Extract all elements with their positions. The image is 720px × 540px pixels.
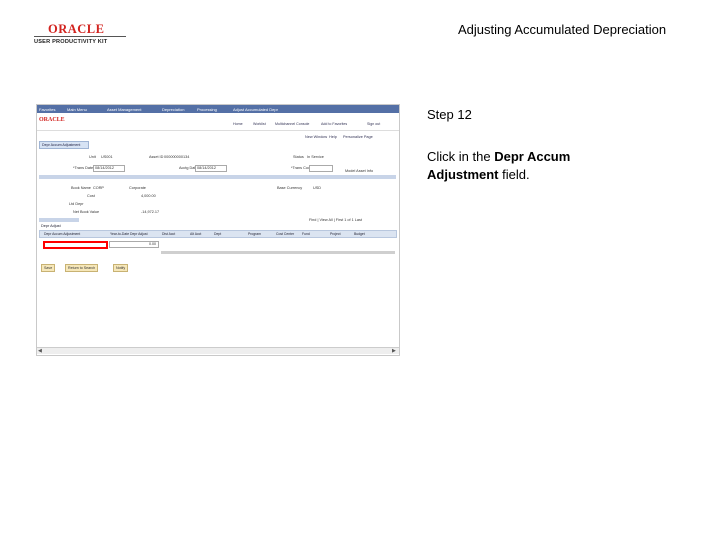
logo-divider	[34, 36, 126, 37]
base-currency-value: USD	[313, 186, 322, 190]
app-logo: ORACLE	[39, 117, 65, 123]
notify-button[interactable]: Notify	[113, 264, 129, 272]
logo-word: ORACLE	[48, 22, 105, 36]
grid-navigation[interactable]: Find | View All | First 1 of 1 Last	[309, 218, 362, 222]
base-currency-label: Base Currency	[277, 186, 303, 190]
col-alt-acct: Alt Acct	[190, 232, 202, 236]
model-asset-link[interactable]: Model Asset Info	[345, 169, 373, 173]
return-to-search-button[interactable]: Return to Search	[65, 264, 99, 272]
col-cost-center: Cost Center	[276, 232, 295, 236]
trans-code-input[interactable]	[309, 165, 333, 172]
personalize-link[interactable]: Personalize Page	[343, 135, 373, 139]
breadcrumb-item[interactable]: Favorites	[39, 107, 55, 112]
header-link-multichannel[interactable]: Multichannel Console	[275, 122, 309, 126]
header-link-favorites[interactable]: Add to Favorites	[321, 122, 347, 126]
asset-value: 000000000134	[164, 155, 190, 159]
col-ytd-depr: Year-to-Date Depr Adjust	[110, 232, 148, 236]
col-project: Project	[330, 232, 341, 236]
net-book-label: Net Book Value	[73, 210, 100, 214]
cost-label: Cost	[87, 194, 95, 198]
scroll-left-icon[interactable]: ◀	[38, 348, 42, 354]
asset-label: Asset ID	[149, 155, 164, 159]
grid-header: Depr Accum Adjustment Year-to-Date Depr …	[39, 230, 397, 238]
breadcrumb-item[interactable]: Main Menu	[67, 107, 87, 112]
ytd-depr-adjust-field[interactable]: 0.00	[109, 241, 159, 248]
book-label: Book Name	[71, 186, 91, 190]
breadcrumb-item[interactable]: Processing	[197, 107, 217, 112]
unit-label: Unit	[89, 155, 96, 159]
col-fund: Fund	[302, 232, 310, 236]
net-book-value: -14,972.17	[141, 210, 160, 214]
scroll-right-icon[interactable]: ▶	[392, 348, 396, 354]
header-link-signout[interactable]: Sign out	[367, 122, 380, 126]
breadcrumb: Favorites Main Menu Asset Management Dep…	[37, 105, 399, 113]
document-title: Adjusting Accumulated Depreciation	[458, 22, 667, 37]
header-link-worklist[interactable]: Worklist	[253, 122, 266, 126]
unit-value: US001	[101, 155, 113, 159]
page-tab[interactable]: Depr Accum Adjustment	[39, 141, 89, 149]
trans-date-label: *Trans Date	[73, 166, 94, 170]
book-section-bar	[39, 175, 396, 179]
app-screenshot: Favorites Main Menu Asset Management Dep…	[36, 104, 400, 356]
col-program: Program	[248, 232, 262, 236]
step-instruction: Click in the Depr Accum Adjustment field…	[427, 148, 627, 184]
new-window-link[interactable]: New Window	[305, 135, 327, 139]
page-horizontal-scrollbar[interactable]: ◀ ▶	[37, 347, 399, 354]
breadcrumb-item[interactable]: Depreciation	[162, 107, 184, 112]
col-depr-accum: Depr Accum Adjustment	[44, 232, 81, 236]
help-link[interactable]: Help	[329, 135, 337, 139]
grid-tab[interactable]: Depr Adjust	[41, 224, 61, 228]
header-link-home[interactable]: Home	[233, 122, 243, 126]
grid-horizontal-scrollbar[interactable]	[161, 251, 395, 254]
status-value: In Service	[307, 155, 324, 159]
book-description: Corporate	[129, 186, 146, 190]
logo-subtitle: USER PRODUCTIVITY KIT	[34, 39, 108, 45]
oracle-upk-logo: ORACLE USER PRODUCTIVITY KIT	[34, 22, 126, 48]
step-label: Step 12	[427, 107, 472, 122]
col-dist-acct: Dist Acct	[162, 232, 176, 236]
trans-date-input[interactable]: 08/14/2012	[93, 165, 125, 172]
breadcrumb-item[interactable]: Adjust Accumulated Depr	[233, 107, 278, 112]
status-label: Status	[293, 155, 304, 159]
acctg-date-input[interactable]: 08/14/2012	[195, 165, 227, 172]
instruction-prefix: Click in the	[427, 149, 495, 164]
instruction-suffix: field.	[498, 167, 530, 182]
app-header: ORACLE Home Worklist Multichannel Consol…	[37, 113, 399, 131]
breadcrumb-item[interactable]: Asset Management	[107, 107, 141, 112]
save-button[interactable]: Save	[41, 264, 56, 272]
ltd-depr-label: Ltd Depr	[69, 202, 84, 206]
grid-title-bar	[39, 218, 79, 222]
col-dept: Dept	[214, 232, 222, 236]
book-value: CORP	[93, 186, 104, 190]
col-budget: Budget	[354, 232, 365, 236]
cost-value: 4,000.00	[141, 194, 156, 198]
depr-accum-adjustment-field[interactable]	[43, 241, 108, 249]
